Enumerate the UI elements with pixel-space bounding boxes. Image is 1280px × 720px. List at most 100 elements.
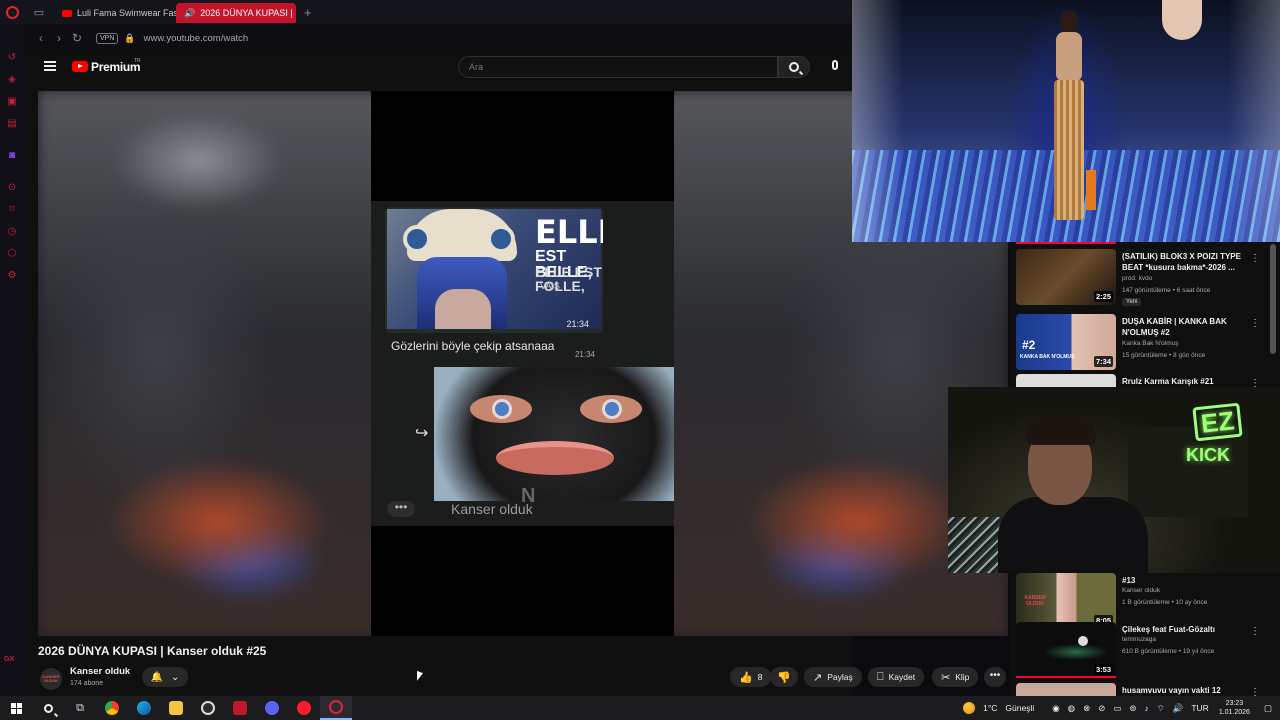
search-input[interactable] (458, 56, 778, 78)
temperature[interactable]: 1°C (983, 703, 997, 713)
subscriber-count: 174 abone (70, 680, 104, 687)
dislike-button[interactable]: 👎 (770, 667, 798, 687)
volume-icon[interactable]: 🔊 (1173, 703, 1184, 714)
suggestion-title[interactable]: Rrulz Karma Karışık #21 (1122, 376, 1250, 387)
voicemeeter-icon[interactable] (224, 696, 256, 720)
thumbs-up-icon: 👍 (739, 671, 753, 684)
opera-gx-logo-icon[interactable] (0, 0, 24, 24)
suggestion-channel[interactable]: temmuzaga (1122, 636, 1156, 643)
video-thumbnail[interactable]: KANSER OLDUK 8:05 (1016, 573, 1116, 629)
browser-sidebar: ↺ ◈ ▣ ▤ ◙ ⊙ ⌑ ◷ ⬡ ⚙ GX (0, 24, 24, 696)
kebab-menu-icon[interactable]: ⋮ (1250, 688, 1260, 697)
new-badge: Yeni (1122, 298, 1142, 306)
suggestion-meta: 15 görüntüleme • 8 gün önce (1122, 352, 1206, 359)
share-button[interactable]: ↗ Paylaş (804, 667, 862, 687)
youtube-region: TR (134, 58, 141, 64)
app-tray-icon[interactable]: ⊘ (1098, 703, 1105, 714)
url-field[interactable]: www.youtube.com/watch (144, 33, 249, 44)
channel-avatar[interactable]: KANSER OLDUK (40, 668, 62, 690)
suggestion-title[interactable]: Çilekeş feat Fuat-Gözaltı (1122, 624, 1250, 635)
new-tab-button[interactable]: + (296, 5, 320, 20)
forward-arrow-icon[interactable]: › (50, 31, 68, 45)
search-button[interactable] (778, 56, 810, 78)
bookmark-icon[interactable]: ⌑ (6, 204, 18, 216)
network-icon[interactable]: ▭ (1113, 703, 1121, 714)
suggestion-item[interactable]: husamvuvu vayın vakti 12 ⋮ (1016, 683, 1274, 696)
twitch-icon[interactable]: ◙ (6, 150, 18, 162)
language-indicator[interactable]: TUR (1191, 703, 1208, 713)
sun-weather-icon[interactable] (963, 702, 976, 714)
suggestion-title[interactable]: DUŞA KABİR | KANKA BAK N'OLMUŞ #2 (1122, 316, 1250, 338)
suggestion-channel[interactable]: prod. kvdo (1122, 275, 1152, 282)
clip-button[interactable]: ✂ Klip (932, 667, 979, 687)
kebab-menu-icon[interactable]: ⋮ (1250, 379, 1260, 388)
xbox-icon[interactable]: ⊗ (1083, 703, 1090, 714)
suggestion-title[interactable]: (SATILIK) BLOK3 X POIZI TYPE BEAT *kusur… (1122, 251, 1250, 273)
suggestion-item[interactable]: Rrulz Karma Karışık #21 ⋮ (1016, 374, 1274, 387)
clock[interactable]: 23:23 1.01.2026 (1219, 699, 1250, 717)
player-icon[interactable]: ▣ (6, 96, 18, 108)
suggestion-channel[interactable]: Kanka Bak N'olmuş (1122, 340, 1179, 347)
edge-icon[interactable] (128, 696, 160, 720)
kebab-menu-icon[interactable]: ⋮ (1250, 627, 1260, 637)
task-view-icon[interactable]: ⧉ (64, 696, 96, 720)
news-icon[interactable]: ▤ (6, 118, 18, 130)
vpn-tray-icon[interactable]: ⊚ (1129, 703, 1136, 714)
kebab-menu-icon[interactable]: ⋮ (1250, 319, 1260, 329)
control-icon[interactable]: ⊙ (6, 182, 18, 194)
chrome-icon[interactable] (96, 696, 128, 720)
video-thumbnail[interactable] (1016, 374, 1116, 387)
kebab-menu-icon[interactable]: ⋮ (1250, 254, 1260, 264)
suggestion-title[interactable]: husamvuvu vayın vakti 12 (1122, 685, 1250, 696)
microphone-icon[interactable] (832, 60, 838, 70)
box-icon[interactable]: ⬡ (6, 248, 18, 260)
microphone-tray-icon[interactable]: ♪ (1144, 703, 1148, 713)
windows-logo-icon (10, 702, 22, 714)
notification-bell-button[interactable]: 🔔 ⌄ (142, 667, 188, 687)
video-thumbnail[interactable]: 3:53 (1016, 622, 1116, 678)
channel-name[interactable]: Kanser olduk (70, 666, 130, 677)
opera-icon[interactable] (288, 696, 320, 720)
video-thumbnail[interactable]: #2 KANKA BAK N'OLMUŞ 7:34 (1016, 314, 1116, 370)
file-explorer-icon[interactable] (160, 696, 192, 720)
thumbnail-subtext: KANKA BAK N'OLMUŞ (1020, 354, 1075, 360)
workspaces-icon[interactable]: ▭ (24, 0, 54, 24)
weather-text[interactable]: Güneşli (1005, 703, 1034, 713)
suggestion-meta: 610 B görüntüleme • 19 yıl önce (1122, 648, 1215, 655)
suggestion-progress-bar (1016, 242, 1116, 244)
tab-dunya-kupasi[interactable]: 🔊 2026 DÜNYA KUPASI | (176, 3, 296, 23)
more-actions-button[interactable]: ••• (984, 667, 1006, 687)
mask-image-message (434, 367, 674, 501)
settings-gear-icon[interactable]: ⚙ (6, 270, 18, 282)
video-thumbnail[interactable] (1016, 683, 1116, 696)
vpn-badge[interactable]: VPN (96, 32, 119, 44)
youtube-brand[interactable]: Premium (91, 60, 141, 74)
suggestion-item[interactable]: 2:25 (SATILIK) BLOK3 X POIZI TYPE BEAT *… (1016, 249, 1274, 309)
opera-gx-icon[interactable] (320, 696, 352, 720)
refresh-history-icon[interactable]: ↺ (6, 52, 18, 64)
reload-icon[interactable]: ↻ (68, 31, 86, 45)
discord-icon[interactable] (256, 696, 288, 720)
steam-icon[interactable]: ◉ (1052, 703, 1059, 714)
suggestion-item[interactable]: 3:53 Çilekeş feat Fuat-Gözaltı temmuzaga… (1016, 622, 1274, 682)
lock-icon[interactable]: 🔒 (124, 33, 135, 44)
like-button[interactable]: 👍 8 (730, 667, 772, 687)
save-button[interactable]: ⎕ Kaydet (868, 667, 925, 687)
video-thumbnail[interactable]: 2:25 (1016, 249, 1116, 305)
suggestion-item[interactable]: #2 KANKA BAK N'OLMUŞ 7:34 DUŞA KABİR | K… (1016, 314, 1274, 374)
suggestion-title[interactable]: #13 (1122, 575, 1250, 586)
menu-hamburger-icon[interactable] (44, 61, 56, 71)
back-arrow-icon[interactable]: ‹ (32, 31, 50, 45)
gx-corner-icon[interactable]: GX (4, 656, 14, 663)
start-button[interactable] (0, 696, 32, 720)
youtube-logo-icon[interactable] (72, 61, 88, 72)
suggestion-channel[interactable]: Kanser olduk (1122, 587, 1160, 594)
clock-icon[interactable]: ◷ (6, 226, 18, 238)
notification-icon[interactable]: ▢ (1264, 703, 1272, 714)
tab-luli-fama[interactable]: Luli Fama Swimwear Fash (54, 3, 176, 23)
wifi-icon[interactable]: ⌔ (1157, 703, 1165, 714)
discord-tray-icon[interactable]: ◍ (1068, 703, 1075, 714)
obs-icon[interactable] (192, 696, 224, 720)
bag-icon[interactable]: ◈ (6, 74, 18, 86)
search-icon[interactable] (32, 696, 64, 720)
